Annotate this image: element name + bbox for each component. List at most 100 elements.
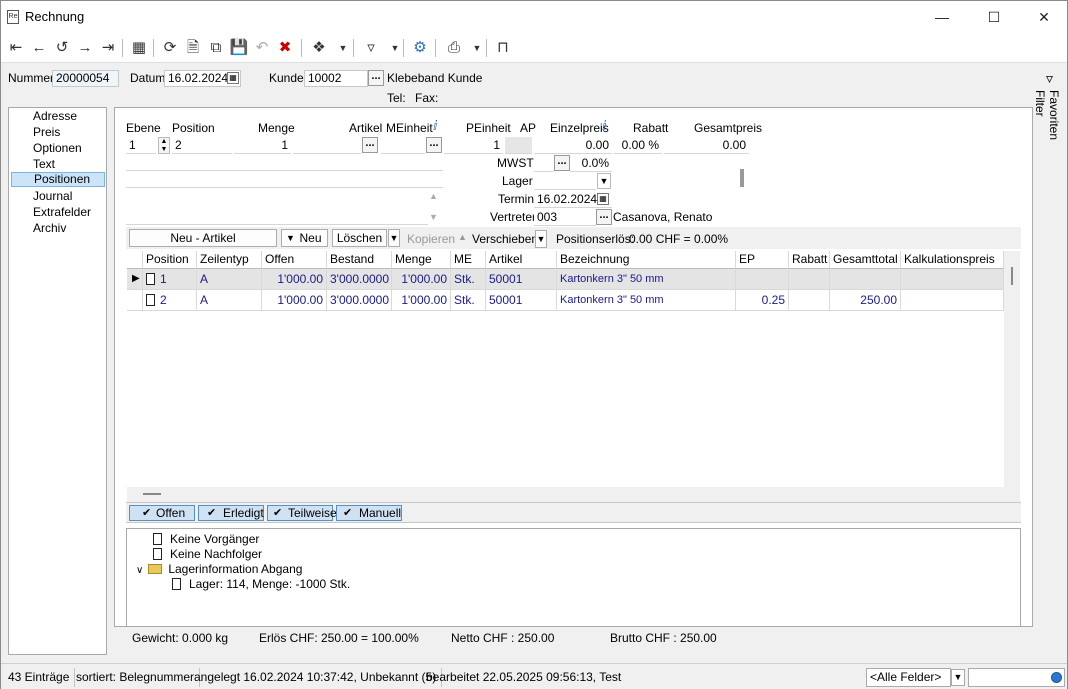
lager-field[interactable] xyxy=(534,173,596,190)
table-cell[interactable]: 3'000.0000 xyxy=(327,269,392,290)
column-header[interactable]: Rabatt xyxy=(789,251,830,269)
tree-item-lager[interactable]: ∨ Lagerinformation Abgang xyxy=(136,562,302,576)
info-icon[interactable]: ⅈ xyxy=(433,118,438,134)
peinheit-field[interactable]: 1 xyxy=(444,137,503,154)
row-indicator[interactable] xyxy=(127,290,143,311)
einzelpreis-field[interactable]: 0.00 xyxy=(534,137,612,154)
nav-item-optionen[interactable]: Optionen xyxy=(11,141,105,156)
loeschen-dropdown-icon[interactable]: ▼ xyxy=(388,229,400,247)
text-area[interactable] xyxy=(126,189,428,225)
scroll-up-icon[interactable]: ▲ xyxy=(429,191,438,201)
close-button[interactable]: ✕ xyxy=(1021,1,1067,33)
column-header[interactable]: Zeilentyp xyxy=(197,251,262,269)
table-cell[interactable]: Stk. xyxy=(451,290,486,311)
column-header[interactable]: Menge xyxy=(392,251,451,269)
refresh-icon[interactable]: ⟳ xyxy=(160,38,180,58)
menge-field[interactable]: 1 xyxy=(234,137,291,154)
text-line-1[interactable] xyxy=(126,155,443,171)
pin-icon[interactable]: ❖ xyxy=(309,38,329,58)
print-icon[interactable]: ⎙ xyxy=(444,38,464,58)
meinheit-field[interactable] xyxy=(381,137,425,154)
favorite-filter-icon[interactable]: ▿ xyxy=(1046,70,1053,87)
grid-scrollbar-thumb[interactable] xyxy=(1011,267,1013,285)
column-header[interactable]: Gesamttotal xyxy=(830,251,901,269)
kunde-lookup-button[interactable]: ... xyxy=(368,70,384,86)
column-header[interactable]: ME xyxy=(451,251,486,269)
table-cell[interactable]: Kartonkern 3" 50 mm xyxy=(557,290,736,311)
copy-icon[interactable]: ⧉ xyxy=(206,38,226,58)
rabatt-field[interactable]: 0.00 % xyxy=(614,137,662,154)
next-record-icon[interactable]: → xyxy=(75,38,95,58)
ebene-field[interactable]: 1 xyxy=(126,137,156,154)
nav-item-extrafelder[interactable]: Extrafelder xyxy=(11,205,105,220)
filter-erledigt[interactable]: ✔ Erledigt xyxy=(198,505,264,521)
table-cell[interactable] xyxy=(830,269,901,290)
field-select-dropdown-icon[interactable]: ▼ xyxy=(951,669,965,686)
column-header[interactable]: EP xyxy=(736,251,789,269)
grid-scrollbar[interactable] xyxy=(1004,251,1020,487)
history-icon[interactable]: ↺ xyxy=(52,38,72,58)
search-globe-icon[interactable] xyxy=(1051,672,1062,683)
neu-artikel-button[interactable]: Neu - Artikel xyxy=(129,229,277,247)
table-cell[interactable]: 50001 xyxy=(486,290,557,311)
table-cell[interactable]: 1'000.00 xyxy=(392,290,451,311)
lager-dropdown-icon[interactable]: ▼ xyxy=(597,173,611,189)
settings-icon[interactable]: ⚙ xyxy=(410,38,430,58)
table-cell[interactable] xyxy=(901,269,1004,290)
column-header[interactable]: Bezeichnung xyxy=(557,251,736,269)
verschieben-button[interactable]: Verschieben xyxy=(472,232,538,246)
kunde-field[interactable]: 10002 xyxy=(304,70,368,87)
horizontal-scrollbar-thumb[interactable] xyxy=(143,493,161,495)
meinheit-lookup-button[interactable]: ... xyxy=(426,137,442,153)
table-cell[interactable] xyxy=(789,290,830,311)
column-header[interactable]: Offen xyxy=(262,251,327,269)
table-cell[interactable]: 250.00 xyxy=(830,290,901,311)
tree-item-nachfolger[interactable]: Keine Nachfolger xyxy=(153,547,262,561)
nav-item-preis[interactable]: Preis xyxy=(11,125,105,140)
table-cell[interactable]: 50001 xyxy=(486,269,557,290)
verschieben-dropdown-icon[interactable]: ▼ xyxy=(535,230,547,248)
table-cell[interactable] xyxy=(736,269,789,290)
mwst-field[interactable]: 0.0% xyxy=(570,155,612,172)
info-icon[interactable]: ⅈ xyxy=(602,118,607,134)
loeschen-button[interactable]: Löschen xyxy=(332,229,387,247)
nav-item-journal[interactable]: Journal xyxy=(11,189,105,204)
table-view-icon[interactable]: ▦ xyxy=(129,38,149,58)
pin-dropdown-icon[interactable]: ▼ xyxy=(333,38,353,58)
table-cell[interactable]: 1'000.00 xyxy=(262,269,327,290)
vertreter-field[interactable]: 003 xyxy=(534,209,596,226)
table-cell[interactable]: Stk. xyxy=(451,269,486,290)
table-cell[interactable]: 1 xyxy=(143,269,197,290)
nav-item-text[interactable]: Text xyxy=(11,157,105,172)
table-cell[interactable]: 3'000.0000 xyxy=(327,290,392,311)
table-cell[interactable]: A xyxy=(197,269,262,290)
table-cell[interactable] xyxy=(901,290,1004,311)
undo-icon[interactable]: ↶ xyxy=(252,38,272,58)
current-row-indicator-icon[interactable]: ▶ xyxy=(127,269,143,290)
delete-icon[interactable]: ✖ xyxy=(275,38,295,58)
previous-record-icon[interactable]: ← xyxy=(29,38,49,58)
calendar-icon[interactable]: ▦ xyxy=(227,72,239,84)
nav-item-archiv[interactable]: Archiv xyxy=(11,221,105,236)
column-header[interactable]: Artikel xyxy=(486,251,557,269)
calendar-icon[interactable]: ▦ xyxy=(597,193,609,205)
horizontal-scrollbar[interactable] xyxy=(127,487,1020,502)
last-record-icon[interactable]: ⇥ xyxy=(98,38,118,58)
filter-manuell[interactable]: ✔ Manuell xyxy=(336,505,402,521)
mwst-code-field[interactable] xyxy=(534,155,554,172)
gesamtpreis-field[interactable]: 0.00 xyxy=(664,137,749,154)
column-header[interactable]: Bestand xyxy=(327,251,392,269)
neu-button[interactable]: ▼ Neu xyxy=(281,229,328,247)
filter-offen[interactable]: ✔ Offen xyxy=(129,505,195,521)
table-cell[interactable]: Kartonkern 3" 50 mm xyxy=(557,269,736,290)
favorite-filter-tab[interactable]: Favoriten Filter xyxy=(1033,90,1061,170)
nav-item-adresse[interactable]: Adresse xyxy=(11,109,105,124)
table-cell[interactable]: 0.25 xyxy=(736,290,789,311)
table-cell[interactable]: 1'000.00 xyxy=(262,290,327,311)
filter-teilweise[interactable]: ✔ Teilweise xyxy=(267,505,337,521)
table-cell[interactable] xyxy=(789,269,830,290)
chevron-down-icon[interactable]: ∨ xyxy=(136,565,143,576)
scroll-down-icon[interactable]: ▼ xyxy=(429,212,438,222)
save-icon[interactable]: 💾 xyxy=(229,38,249,58)
splitter-handle[interactable] xyxy=(740,169,744,187)
